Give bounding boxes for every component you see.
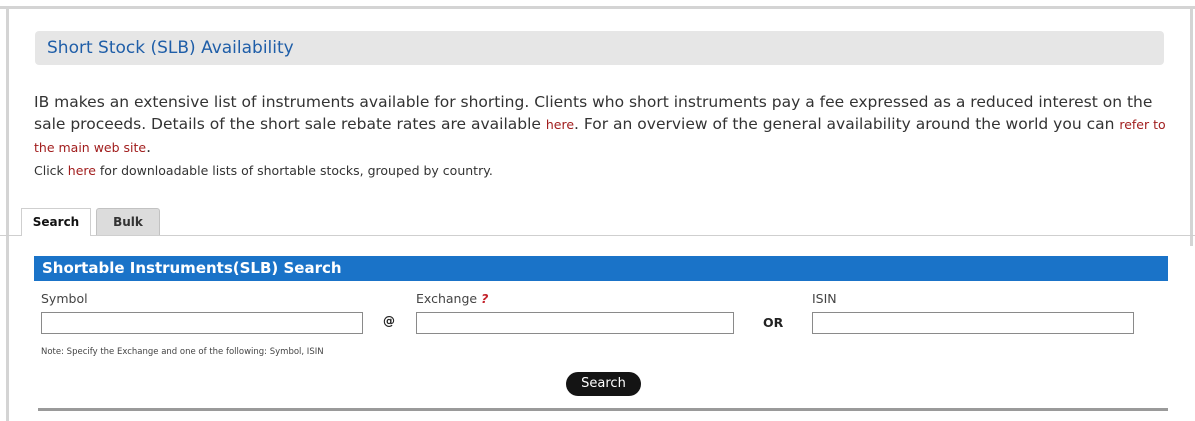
- intro-paragraph: IB makes an extensive list of instrument…: [34, 91, 1174, 159]
- search-button[interactable]: Search: [566, 372, 641, 396]
- click-prefix: Click: [34, 163, 68, 178]
- intro-text-end: .: [146, 138, 152, 156]
- search-panel-title: Shortable Instruments(SLB) Search: [42, 259, 342, 277]
- page-frame-right: [1190, 6, 1193, 246]
- exchange-input[interactable]: [416, 312, 734, 334]
- click-suffix: for downloadable lists of shortable stoc…: [95, 163, 493, 178]
- tab-baseline: [0, 235, 1195, 236]
- isin-input[interactable]: [812, 312, 1134, 334]
- downloadable-lists-link[interactable]: here: [68, 163, 96, 178]
- exchange-label: Exchange: [416, 291, 478, 306]
- page-title: Short Stock (SLB) Availability: [47, 38, 294, 58]
- at-sign: @: [383, 314, 395, 328]
- page-title-bar: Short Stock (SLB) Availability: [35, 31, 1164, 65]
- search-panel-header: Shortable Instruments(SLB) Search: [34, 256, 1168, 281]
- page-frame-top: [0, 6, 1195, 9]
- page-frame-left: [6, 6, 9, 421]
- tab-search[interactable]: Search: [21, 208, 91, 236]
- symbol-input[interactable]: [41, 312, 363, 334]
- help-icon[interactable]: ?: [481, 291, 488, 306]
- rebate-rates-link[interactable]: here: [546, 117, 574, 132]
- tab-bulk[interactable]: Bulk: [96, 208, 160, 235]
- isin-label: ISIN: [812, 291, 837, 306]
- search-note: Note: Specify the Exchange and one of th…: [41, 347, 324, 357]
- bottom-divider: [38, 408, 1168, 411]
- download-lists-line: Click here for downloadable lists of sho…: [34, 163, 1174, 178]
- intro-text-2: . For an overview of the general availab…: [574, 115, 1120, 133]
- exchange-label-wrap: Exchange?: [416, 291, 488, 306]
- symbol-label: Symbol: [41, 291, 88, 306]
- or-label: OR: [763, 315, 784, 330]
